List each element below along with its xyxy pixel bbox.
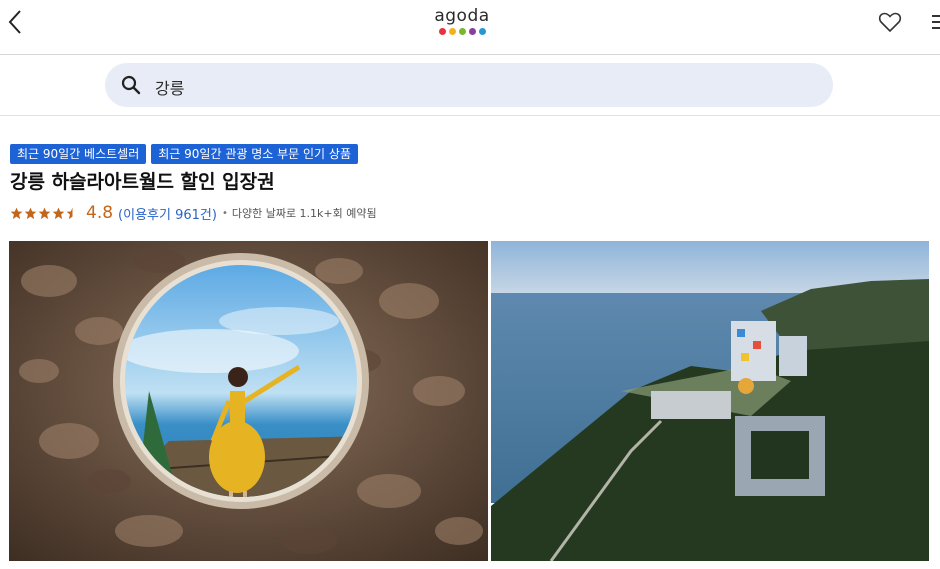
chevron-left-icon [8,10,21,34]
logo-dot [458,28,466,35]
search-query-text: 강릉 [155,79,185,98]
booking-count: 다양한 날짜로 1.1k+회 예약됨 [231,207,377,220]
logo-dot [468,28,476,35]
stone-circle-window-photo[interactable] [9,241,488,561]
agoda-logo[interactable]: agoda [434,6,490,40]
search-icon [121,75,141,95]
menu-icon-bar [932,21,940,23]
coastal-museum-aerial-photo[interactable] [491,241,929,561]
menu-button[interactable] [932,12,940,34]
separator-bullet: • [221,207,228,219]
photo-stone-window-image [9,241,488,561]
top-app-bar: agoda [0,0,940,55]
logo-dot [438,28,446,35]
menu-icon-bar [932,15,940,17]
heart-icon [878,12,902,33]
popular-attraction-badge: 최근 90일간 관광 명소 부문 인기 상품 [151,144,358,164]
rating-score: 4.8 [86,203,114,223]
bestseller-badge: 최근 90일간 베스트셀러 [10,144,147,164]
reviews-link[interactable]: (이용후기 961건) [118,204,217,223]
wishlist-button[interactable] [878,10,902,34]
logo-wordmark: agoda [434,6,490,26]
product-title: 강릉 하슬라아트월드 할인 입장권 [10,171,275,193]
back-button[interactable] [4,8,28,36]
menu-icon-bar [932,27,940,29]
photo-coastal-aerial-image [491,241,929,561]
star-rating [10,207,79,220]
star-icon [24,207,37,219]
rating-row: 4.8 (이용후기 961건) • 다양한 날짜로 1.1k+회 예약됨 [10,202,377,224]
search-bar-section: 강릉 [0,55,940,116]
logo-dot [448,28,456,35]
badge-list: 최근 90일간 베스트셀러 최근 90일간 관광 명소 부문 인기 상품 [10,144,358,164]
half-star-icon [66,207,73,219]
logo-dot [478,28,486,35]
logo-dots [434,28,490,35]
star-icon [38,207,51,219]
star-icon [52,207,65,219]
search-input[interactable]: 강릉 [105,63,833,107]
star-icon [10,207,23,219]
